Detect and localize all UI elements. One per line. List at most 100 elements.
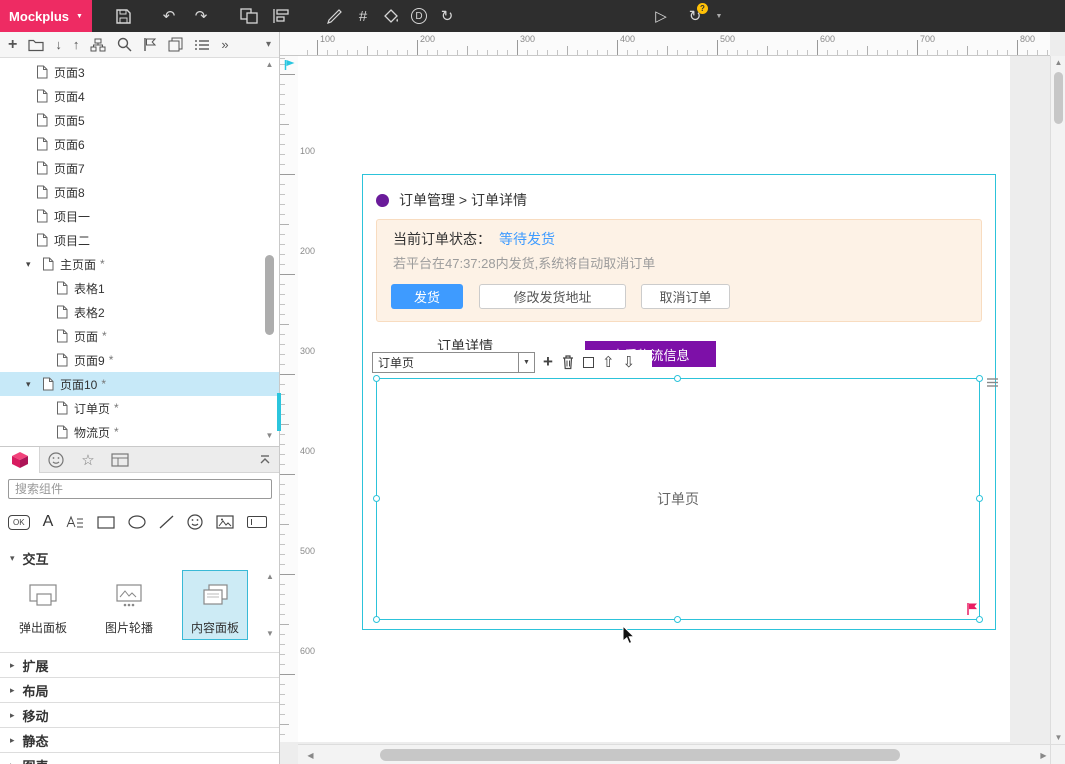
move-down-button[interactable]: ↓ xyxy=(55,37,62,52)
modify-address-button[interactable]: 修改发货地址 xyxy=(479,284,626,309)
page-item-订单页[interactable]: 订单页 * xyxy=(0,396,279,420)
resize-handle[interactable] xyxy=(373,616,380,623)
preview-options-button[interactable]: ▼ xyxy=(706,0,732,32)
mockplus-logo-menu[interactable]: Mockplus ▼ xyxy=(0,0,92,32)
section-interactive[interactable]: ▾ 交互 xyxy=(0,546,279,570)
scroll-up-icon[interactable]: ▲ xyxy=(263,60,276,72)
flag-button[interactable] xyxy=(143,37,157,52)
page-item-页面[interactable]: 页面 * xyxy=(0,324,279,348)
page-item-页面6[interactable]: 页面6 xyxy=(0,132,279,156)
tab-components[interactable] xyxy=(0,446,40,473)
resize-handle[interactable] xyxy=(373,495,380,502)
search-pages-button[interactable] xyxy=(117,37,132,52)
page-item-页面10[interactable]: ▾ 页面10 * xyxy=(0,372,279,396)
dropdown-caret-icon[interactable]: ▼ xyxy=(518,352,534,372)
tab-my-widgets[interactable] xyxy=(104,447,136,473)
section-移动[interactable]: ▸ 移动 xyxy=(0,702,279,727)
grid-button[interactable]: # xyxy=(350,0,376,32)
page-item-页面8[interactable]: 页面8 xyxy=(0,180,279,204)
move-up-button[interactable]: ↑ xyxy=(73,37,80,52)
design-breadcrumb[interactable]: 订单管理 > 订单详情 xyxy=(376,190,527,210)
expand-caret-icon[interactable]: ▾ xyxy=(26,259,31,270)
rectangle-state-icon[interactable] xyxy=(582,356,594,368)
section-静态[interactable]: ▸ 静态 xyxy=(0,727,279,752)
scroll-down-icon[interactable]: ▼ xyxy=(1051,731,1065,744)
emoji-component[interactable] xyxy=(187,514,203,530)
add-state-button[interactable]: + xyxy=(543,352,553,372)
interaction-flag-icon[interactable] xyxy=(966,602,978,619)
page-start-marker-icon[interactable] xyxy=(284,59,295,74)
panel-divider-handle[interactable] xyxy=(277,393,281,431)
input-component[interactable] xyxy=(247,516,268,528)
ellipse-component[interactable] xyxy=(128,515,146,529)
save-button[interactable] xyxy=(110,0,136,32)
align-button[interactable] xyxy=(268,0,294,32)
component-popup-panel[interactable]: 弹出面板 xyxy=(10,570,76,640)
tree-view-button[interactable] xyxy=(90,38,106,52)
scroll-down-icon[interactable]: ▼ xyxy=(264,629,276,638)
collapse-panel-button[interactable]: ▾ xyxy=(266,39,271,50)
scrollbar-thumb[interactable] xyxy=(380,749,900,761)
scroll-up-icon[interactable]: ▲ xyxy=(1051,56,1065,69)
page-item-项目一[interactable]: 项目一 xyxy=(0,204,279,228)
undo-button[interactable]: ↶ xyxy=(156,0,182,32)
cancel-order-button[interactable]: 取消订单 xyxy=(641,284,730,309)
order-status-panel[interactable]: 当前订单状态： 等待发货 若平台在47:37:28内发货,系统将自动取消订单 发货… xyxy=(376,219,982,322)
page-item-表格2[interactable]: 表格2 xyxy=(0,300,279,324)
ship-button[interactable]: 发货 xyxy=(391,284,463,309)
widget-menu-button[interactable] xyxy=(986,376,999,392)
paragraph-component[interactable] xyxy=(66,515,84,529)
redo-button[interactable]: ↷ xyxy=(188,0,214,32)
refresh-button[interactable]: ↻ ? xyxy=(682,0,708,32)
design-mode-button[interactable]: D xyxy=(406,0,432,32)
scroll-left-icon[interactable]: ◀ xyxy=(304,745,317,764)
preview-button[interactable]: ▷ xyxy=(648,0,674,32)
resize-handle[interactable] xyxy=(976,495,983,502)
search-components-input[interactable] xyxy=(8,479,272,499)
scrollbar-thumb[interactable] xyxy=(265,255,274,335)
add-folder-button[interactable] xyxy=(28,38,44,52)
resize-handle[interactable] xyxy=(373,375,380,382)
line-component[interactable] xyxy=(159,515,174,529)
add-page-button[interactable]: + xyxy=(8,36,17,54)
scroll-right-icon[interactable]: ▶ xyxy=(1037,745,1050,764)
resize-handle[interactable] xyxy=(976,375,983,382)
content-panel-widget[interactable]: 订单页 xyxy=(373,375,983,623)
section-布局[interactable]: ▸ 布局 xyxy=(0,677,279,702)
delete-state-button[interactable] xyxy=(561,354,575,370)
page-item-项目二[interactable]: 项目二 xyxy=(0,228,279,252)
section-图表[interactable]: ▸ 图表 xyxy=(0,752,279,764)
rectangle-component[interactable] xyxy=(97,515,115,529)
duplicate-page-button[interactable] xyxy=(168,37,183,52)
section-扩展[interactable]: ▸ 扩展 xyxy=(0,652,279,677)
page-item-页面9[interactable]: 页面9 * xyxy=(0,348,279,372)
image-component[interactable] xyxy=(216,515,234,529)
page-item-表格1[interactable]: 表格1 xyxy=(0,276,279,300)
text-component[interactable]: A xyxy=(43,513,54,531)
resize-handle[interactable] xyxy=(674,375,681,382)
ok-button-component[interactable]: OK xyxy=(8,514,30,530)
page-item-页面5[interactable]: 页面5 xyxy=(0,108,279,132)
expand-caret-icon[interactable]: ▾ xyxy=(26,379,31,390)
format-painter-button[interactable] xyxy=(322,0,348,32)
panel-page-select[interactable]: 订单页 ▼ xyxy=(372,351,535,373)
fill-button[interactable] xyxy=(378,0,404,32)
status-value-link[interactable]: 等待发货 xyxy=(499,231,555,247)
component-image-carousel[interactable]: 图片轮播 xyxy=(96,570,162,640)
page-item-物流页[interactable]: 物流页 * xyxy=(0,420,279,444)
component-content-panel[interactable]: 内容面板 xyxy=(182,570,248,640)
collapse-components-button[interactable] xyxy=(259,447,271,473)
page-item-页面7[interactable]: 页面7 xyxy=(0,156,279,180)
tab-icons[interactable] xyxy=(40,447,72,473)
list-view-button[interactable] xyxy=(194,39,210,51)
page-item-主页面[interactable]: ▾ 主页面 * xyxy=(0,252,279,276)
move-state-up-button[interactable]: ⇧ xyxy=(602,353,615,371)
scroll-down-icon[interactable]: ▼ xyxy=(263,431,276,443)
more-tools-button[interactable]: » xyxy=(221,37,228,52)
page-item-页面3[interactable]: 页面3 xyxy=(0,60,279,84)
move-state-down-button[interactable]: ⇩ xyxy=(623,353,636,371)
tab-favorites[interactable]: ☆ xyxy=(72,447,104,473)
group-button[interactable] xyxy=(236,0,262,32)
canvas-area[interactable]: 100 200 300 400 500 600 700 800 100 200 300 400 500… xyxy=(280,32,1065,764)
rotate-button[interactable]: ↻ xyxy=(434,0,460,32)
